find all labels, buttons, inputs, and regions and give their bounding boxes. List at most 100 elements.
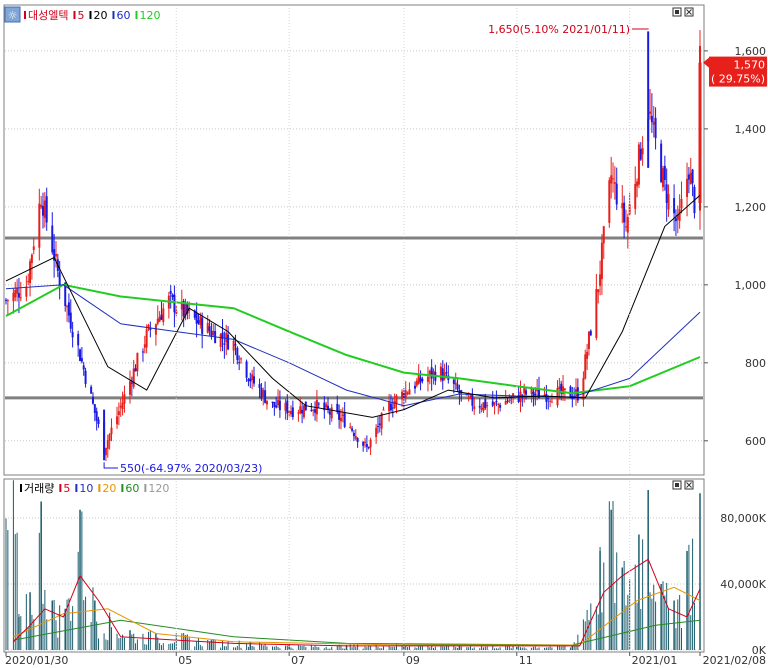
candle-body <box>132 368 135 387</box>
candle-body <box>352 432 355 437</box>
candle-body <box>95 411 98 421</box>
candle-body <box>38 203 41 248</box>
candle-body <box>454 382 457 385</box>
candle-body <box>195 313 198 324</box>
candle-body <box>584 354 587 379</box>
candle-body <box>497 403 500 405</box>
candle-body <box>586 351 589 359</box>
candle-body <box>262 389 265 397</box>
candle-body <box>408 389 411 395</box>
candle-body <box>123 394 126 404</box>
volume-tick-label: 40,000K <box>720 578 766 591</box>
candle-body <box>286 400 289 414</box>
candle-body <box>654 117 657 139</box>
candle-body <box>77 333 80 346</box>
candle-body <box>417 374 420 384</box>
chart-background <box>0 0 768 668</box>
candle-body <box>71 332 74 338</box>
candle-body <box>208 326 211 332</box>
candle-body <box>199 316 202 326</box>
candle-body <box>325 404 328 408</box>
date-tick-label: 2021/01 <box>632 654 678 667</box>
candle-body <box>637 144 640 185</box>
candle-body <box>686 178 689 198</box>
candle-body <box>275 405 278 408</box>
candle-body <box>525 390 528 395</box>
candle-body <box>523 388 526 394</box>
candle-body <box>288 411 291 413</box>
candle-body <box>467 397 470 399</box>
candle-body <box>328 411 331 415</box>
candle-body <box>130 382 133 384</box>
candle-body <box>369 439 372 448</box>
price-tick-label: 1,200 <box>735 201 767 214</box>
candle-body <box>69 312 72 329</box>
candle-body <box>401 391 404 400</box>
candle-body <box>351 428 354 431</box>
candle-body <box>506 400 509 402</box>
candle-body <box>480 407 483 410</box>
candle-body <box>354 435 357 439</box>
candle-body <box>343 412 346 427</box>
candle-body <box>364 441 367 443</box>
candle-body <box>271 401 274 403</box>
candle-body <box>482 402 485 411</box>
candle-body <box>297 412 300 414</box>
legend-label: 10 <box>79 482 93 495</box>
current-change: ( 29.75%) <box>711 73 765 86</box>
candle-body <box>162 308 165 322</box>
candle-body <box>317 403 320 405</box>
candle-body <box>595 288 598 338</box>
candle-body <box>330 407 333 419</box>
candle-body <box>310 409 313 411</box>
candle-body <box>260 387 263 399</box>
candle-body <box>312 409 315 411</box>
legend-marker <box>20 484 22 492</box>
candle-body <box>249 378 252 382</box>
candle-body <box>93 404 96 413</box>
candle-body <box>413 385 416 389</box>
candle-body <box>495 400 498 403</box>
candle-body <box>128 381 131 395</box>
price-tick-label: 800 <box>745 357 766 370</box>
candle-body <box>84 370 87 384</box>
candle-body <box>576 387 579 401</box>
candle-body <box>45 196 48 223</box>
high-annotation: 1,650(5.10% 2021/01/11) <box>488 23 649 36</box>
candle-body <box>597 289 600 293</box>
candle-body <box>563 388 566 390</box>
candle-body <box>649 111 652 114</box>
candle-body <box>367 447 370 449</box>
candle-body <box>339 417 342 422</box>
candle-body <box>663 165 666 181</box>
candle-body <box>223 343 226 345</box>
candle-body <box>687 174 690 180</box>
candle-body <box>547 398 550 400</box>
candle-body <box>79 349 82 361</box>
candle-body <box>600 242 603 280</box>
candle-body <box>582 378 585 400</box>
candle-body <box>612 178 615 180</box>
low-annotation: 550(-64.97% 2020/03/23) <box>103 462 262 475</box>
candle-body <box>82 365 85 370</box>
legend-label: 대성엘텍 <box>28 9 68 22</box>
candle-body <box>54 253 57 257</box>
candle-body <box>456 384 459 390</box>
candle-body <box>486 405 489 407</box>
candle-body <box>42 206 45 216</box>
candle-body <box>258 384 261 388</box>
candle-body <box>273 401 276 407</box>
candle-body <box>265 400 268 405</box>
legend-label: 20 <box>102 482 116 495</box>
legend-marker <box>24 11 26 19</box>
legend-label: 120 <box>139 9 160 22</box>
candle-body <box>624 226 627 228</box>
candle-body <box>51 225 54 253</box>
candle-body <box>602 226 605 244</box>
candle-body <box>378 423 381 426</box>
candle-body <box>558 386 561 389</box>
candle-body <box>674 218 677 222</box>
price-tick-label: 1,600 <box>735 45 767 58</box>
date-tick-label: 07 <box>291 654 305 667</box>
candle-body <box>236 347 239 360</box>
